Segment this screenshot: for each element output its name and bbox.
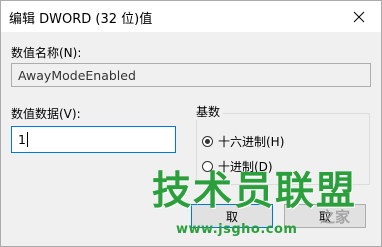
ok-button-label: 取 — [225, 209, 238, 224]
value-name-field[interactable]: AwayModeEnabled — [11, 63, 371, 87]
close-button[interactable] — [337, 1, 381, 32]
edit-dword-dialog: 编辑 DWORD (32 位)值 数值名称(N): AwayModeEnable… — [0, 0, 382, 247]
base-group-title: 基数 — [193, 103, 224, 120]
value-data-text: 1 — [18, 132, 26, 147]
value-data-label: 数值数据(V): — [11, 107, 81, 121]
radio-decimal[interactable]: 十进制(D) — [202, 158, 273, 175]
value-data-input[interactable]: 1 — [11, 126, 176, 153]
cancel-button[interactable]: 取 — [284, 204, 366, 228]
radio-hexadecimal[interactable]: 十六进制(H) — [202, 133, 284, 150]
radio-hexadecimal-label: 十六进制(H) — [218, 135, 285, 149]
ok-button[interactable]: 取 — [191, 204, 273, 228]
cancel-button-label: 取 — [318, 209, 331, 224]
window-title: 编辑 DWORD (32 位)值 — [9, 12, 153, 27]
close-icon — [353, 11, 365, 22]
value-name-label: 数值名称(N): — [11, 46, 82, 60]
radio-unselected-icon — [202, 161, 213, 172]
radio-selected-icon — [202, 136, 213, 147]
radio-decimal-label: 十进制(D) — [218, 160, 273, 174]
value-name-text: AwayModeEnabled — [18, 67, 136, 83]
title-bar[interactable]: 编辑 DWORD (32 位)值 — [1, 1, 381, 32]
text-caret — [26, 132, 28, 147]
